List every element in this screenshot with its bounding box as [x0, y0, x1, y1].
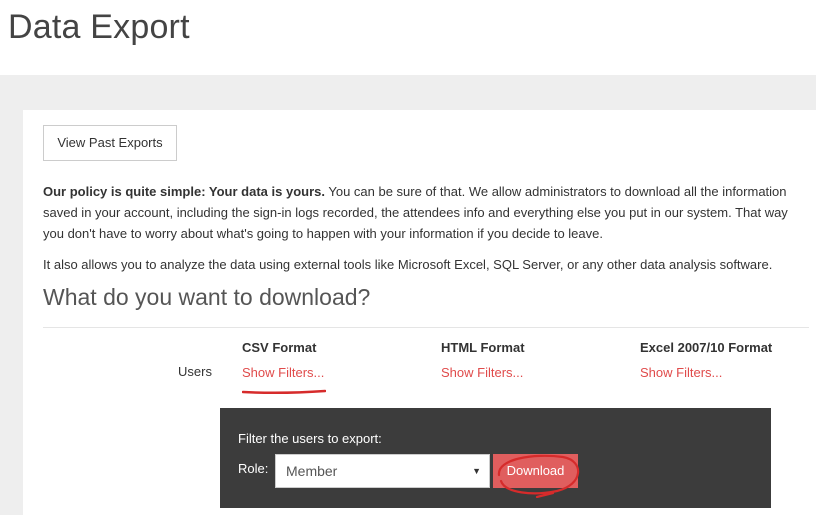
page-header: Data Export — [0, 0, 816, 75]
excel-format-heading: Excel 2007/10 Format — [640, 340, 773, 355]
section-divider — [43, 327, 809, 328]
filter-panel: Filter the users to export: Role: Member… — [220, 408, 771, 508]
excel-format-column: Excel 2007/10 Format Show Filters... — [640, 339, 772, 382]
html-format-heading: HTML Format — [441, 340, 525, 355]
export-card: View Past Exports Our policy is quite si… — [23, 110, 816, 515]
csv-format-heading: CSV Format — [242, 340, 317, 355]
role-select[interactable]: Member ▼ — [275, 454, 490, 488]
filter-caption: Filter the users to export: — [238, 431, 382, 446]
policy-bold-text: Our policy is quite simple: Your data is… — [43, 184, 325, 199]
chevron-down-icon: ▼ — [472, 466, 481, 476]
highlight-underline-mark — [242, 389, 326, 395]
analyze-paragraph: It also allows you to analyze the data u… — [43, 257, 773, 272]
policy-paragraph: Our policy is quite simple: Your data is… — [43, 181, 808, 244]
role-label: Role: — [238, 461, 269, 476]
page-title: Data Export — [8, 8, 190, 46]
csv-format-column: CSV Format Show Filters... — [242, 339, 324, 382]
download-section-title: What do you want to download? — [43, 284, 371, 310]
role-select-value: Member — [286, 463, 338, 479]
csv-show-filters-link[interactable]: Show Filters... — [242, 365, 324, 380]
html-format-column: HTML Format Show Filters... — [441, 339, 525, 382]
excel-show-filters-link[interactable]: Show Filters... — [640, 365, 722, 380]
users-row-label: Users — [178, 364, 212, 379]
view-past-exports-button[interactable]: View Past Exports — [43, 125, 177, 161]
download-button[interactable]: Download — [493, 454, 578, 488]
html-show-filters-link[interactable]: Show Filters... — [441, 365, 523, 380]
